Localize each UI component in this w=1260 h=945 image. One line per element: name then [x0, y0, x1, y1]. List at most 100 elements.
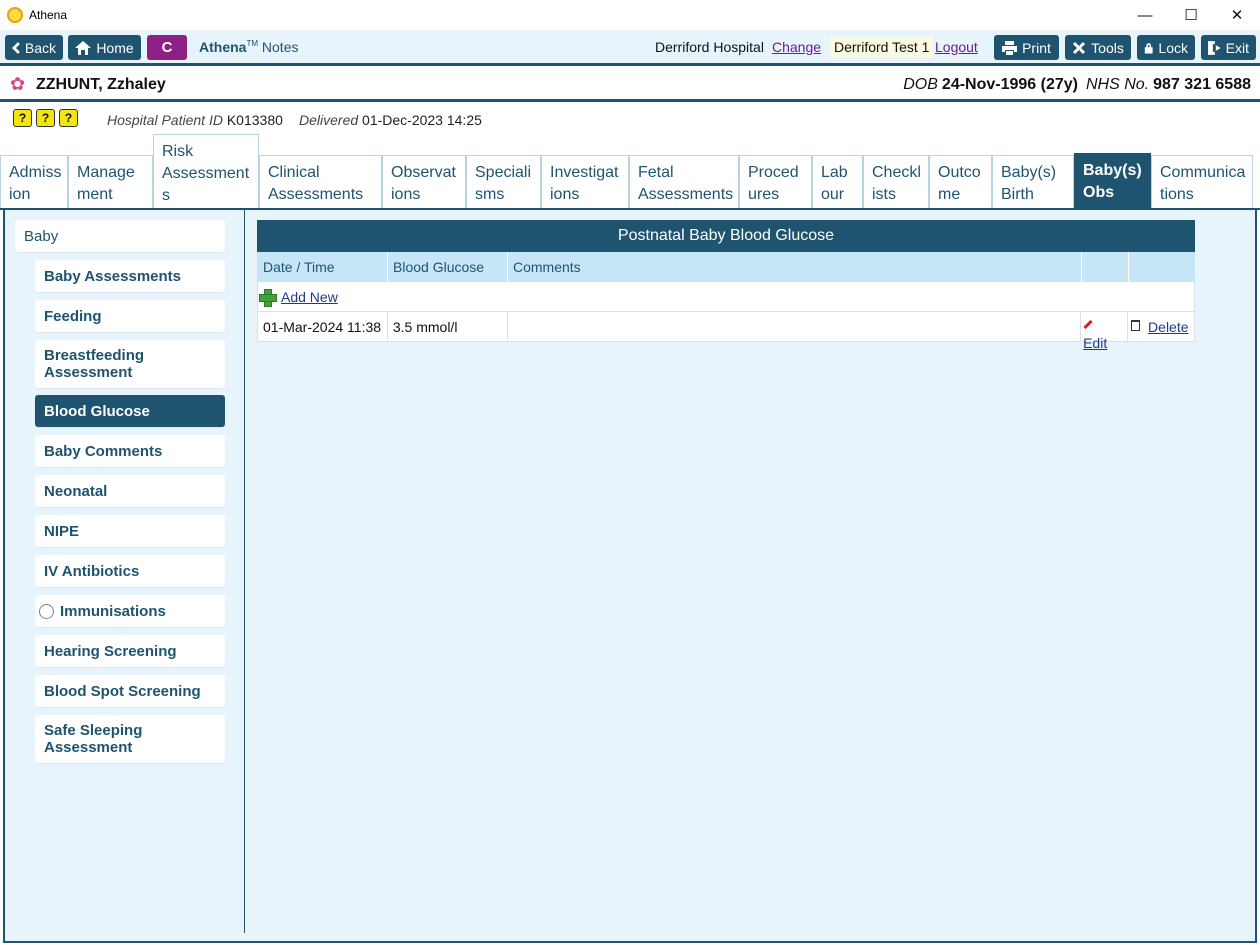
maximize-button[interactable]: ☐ [1168, 0, 1214, 30]
brand-tm: TM [246, 39, 259, 48]
sidebar-item-breastfeeding-assessment[interactable]: Breastfeeding Assessment [35, 340, 225, 388]
tab-label: Communica [1160, 164, 1246, 181]
print-label: Print [1022, 39, 1051, 56]
change-hospital-link[interactable]: Change [772, 39, 821, 55]
alert-question-icon[interactable]: ? [59, 109, 78, 127]
sidebar-item-nipe[interactable]: NIPE [35, 515, 225, 547]
back-button[interactable]: Back [5, 35, 63, 60]
tab-procedures[interactable]: Proced ures [739, 155, 812, 210]
circle-status-icon [39, 603, 54, 619]
printer-icon [1002, 40, 1018, 55]
delete-link[interactable]: Delete [1148, 319, 1188, 335]
home-button[interactable]: Home [68, 35, 141, 60]
hospital-name: Derriford Hospital [655, 39, 764, 55]
table-row: 01-Mar-2024 11:38 3.5 mmol/l Edit Delete [257, 312, 1195, 351]
sidebar-item-label: Assessment [44, 739, 133, 756]
tab-investigations[interactable]: Investigat ions [541, 155, 629, 210]
tab-label: Assessments [638, 186, 734, 203]
tab-label: Manage [77, 164, 135, 181]
tab-specialisms[interactable]: Speciali sms [466, 155, 541, 210]
tab-labour[interactable]: Lab our [812, 155, 863, 210]
sidebar-group-baby[interactable]: Baby [15, 220, 225, 252]
patient-info-row: ? ? ? Hospital Patient ID K013380 Delive… [0, 105, 1260, 135]
delivered-value: 01-Dec-2023 14:25 [362, 112, 482, 128]
sidebar-item-label: Safe Sleeping [44, 722, 143, 739]
tab-label: Admiss [9, 164, 62, 181]
cell-delete: Delete [1128, 312, 1194, 341]
lock-icon [1144, 42, 1153, 53]
sidebar-item-feeding[interactable]: Feeding [35, 300, 225, 332]
tools-label: Tools [1091, 39, 1124, 56]
tab-label: Baby(s) [1083, 162, 1142, 179]
column-header-comments: Comments [508, 252, 1082, 282]
hospital-id-label: Hospital Patient ID [107, 112, 223, 128]
nhs-value: 987 321 6588 [1153, 76, 1251, 93]
print-button[interactable]: Print [994, 35, 1059, 60]
sidebar-item-neonatal[interactable]: Neonatal [35, 475, 225, 507]
add-new-link[interactable]: Add New [281, 289, 338, 305]
tab-label: ions [550, 186, 580, 203]
tab-fetal-assessments[interactable]: Fetal Assessments [629, 155, 739, 210]
dob-value: 24-Nov-1996 (27y) [941, 76, 1078, 93]
sidebar-item-blood-spot-screening[interactable]: Blood Spot Screening [35, 675, 225, 707]
close-window-button[interactable]: ✕ [1214, 0, 1260, 30]
tools-button[interactable]: Tools [1065, 35, 1131, 60]
tab-babys-obs[interactable]: Baby(s) Obs [1074, 153, 1151, 210]
tab-label: Baby(s) [1001, 164, 1057, 181]
sidebar-item-baby-comments[interactable]: Baby Comments [35, 435, 225, 467]
table-title: Postnatal Baby Blood Glucose [257, 220, 1195, 252]
app-brand: AthenaTM Notes [199, 39, 298, 55]
alert-note-icon[interactable]: ? [13, 109, 32, 127]
cell-edit: Edit [1081, 312, 1129, 351]
flower-icon: ✿ [10, 74, 26, 94]
tab-label: me [938, 186, 961, 203]
tab-label: Fetal [638, 164, 674, 181]
tab-label: s [162, 187, 170, 204]
minimize-button[interactable]: — [1122, 0, 1168, 30]
exit-button[interactable]: Exit [1201, 35, 1256, 60]
sidebar: Baby Baby Assessments Feeding Breastfeed… [5, 210, 245, 933]
tab-label: Obs [1083, 184, 1115, 201]
tab-communications[interactable]: Communica tions [1151, 155, 1253, 210]
tab-risk-assessments[interactable]: Risk Assessment s [153, 134, 259, 210]
sidebar-item-label: Breastfeeding [44, 347, 145, 364]
tab-observations[interactable]: Observat ions [382, 155, 466, 210]
brand-suffix: Notes [261, 39, 299, 55]
tab-outcome[interactable]: Outco me [929, 155, 992, 210]
window-titlebar: Athena — ☐ ✕ [0, 0, 1260, 30]
tab-label: ists [872, 186, 896, 203]
tab-clinical-assessments[interactable]: Clinical Assessments [259, 155, 382, 210]
tab-babys-birth[interactable]: Baby(s) Birth [992, 155, 1074, 210]
tab-label: ions [391, 186, 421, 203]
dob-label: DOB [903, 76, 938, 93]
current-user: Derriford Test 1 [830, 37, 934, 57]
tab-admission[interactable]: Admiss ion [0, 155, 68, 210]
sidebar-item-safe-sleeping-assessment[interactable]: Safe Sleeping Assessment [35, 715, 225, 763]
tab-label: our [821, 186, 845, 203]
tab-label: Clinical [268, 164, 320, 181]
sidebar-item-blood-glucose[interactable]: Blood Glucose [35, 395, 225, 427]
main-content: Baby Baby Assessments Feeding Breastfeed… [3, 210, 1257, 943]
add-new-row: Add New [257, 282, 1195, 312]
column-header-delete [1129, 252, 1195, 282]
table-header: Date / Time Blood Glucose Comments [257, 252, 1195, 282]
sidebar-item-iv-antibiotics[interactable]: IV Antibiotics [35, 555, 225, 587]
logout-link[interactable]: Logout [935, 39, 978, 55]
edit-link[interactable]: Edit [1083, 335, 1107, 351]
sidebar-item-hearing-screening[interactable]: Hearing Screening [35, 635, 225, 667]
tab-management[interactable]: Manage ment [68, 155, 153, 210]
sidebar-item-baby-assessments[interactable]: Baby Assessments [35, 260, 225, 292]
sidebar-item-immunisations[interactable]: Immunisations [35, 595, 225, 627]
tab-checklists[interactable]: Checkl ists [863, 155, 929, 210]
c-button[interactable]: C [147, 35, 187, 60]
tools-icon [1073, 41, 1086, 54]
sidebar-item-label: Assessment [44, 364, 133, 381]
brand-name: Athena [199, 39, 247, 55]
alert-question-icon[interactable]: ? [36, 109, 55, 127]
tab-label: sms [475, 186, 505, 203]
lock-button[interactable]: Lock [1137, 35, 1195, 60]
tab-label: Assessments [268, 186, 364, 203]
patient-banner: ✿ ZZHUNT, Zzhaley DOB 24-Nov-1996 (27y) NH… [0, 69, 1260, 102]
tab-label: ment [77, 186, 113, 203]
main-tabs: Admiss ion Manage ment Risk Assessment s Cli… [0, 133, 1260, 210]
